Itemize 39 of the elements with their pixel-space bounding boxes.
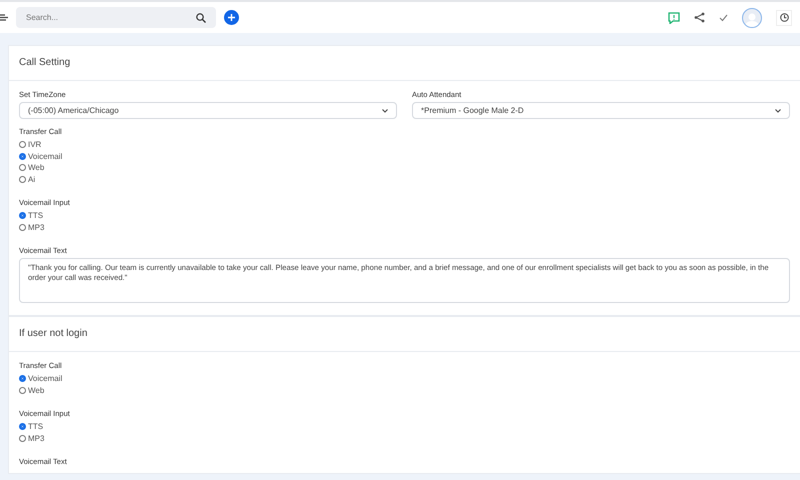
radio-label: MP3	[28, 432, 44, 444]
radio-label: MP3	[28, 222, 44, 233]
radio-label: Voicemail	[28, 373, 62, 384]
radio-button[interactable]	[19, 423, 26, 430]
section-title: If user not login	[9, 317, 800, 352]
radio-button[interactable]	[19, 176, 26, 183]
select-field[interactable]: *Premium - Google Male 2-D	[412, 102, 790, 119]
select-value: *Premium - Google Male 2-D	[421, 104, 524, 116]
share-icon[interactable]	[694, 12, 705, 23]
add-button[interactable]	[224, 10, 239, 25]
chevron-icon	[775, 108, 781, 112]
radio-label: Voicemail	[28, 150, 62, 162]
radio-button[interactable]	[19, 152, 26, 160]
person-icon	[745, 12, 759, 26]
clock-icon	[780, 13, 788, 22]
radio-label: TTS	[28, 210, 44, 222]
select-field[interactable]: (-05:00) America/Chicago	[19, 102, 397, 119]
search-field[interactable]: Search...	[16, 7, 216, 28]
radio-button[interactable]	[19, 164, 26, 172]
radio-label: Web	[28, 384, 44, 396]
search-icon[interactable]	[196, 12, 206, 22]
radio-button[interactable]	[19, 141, 26, 148]
check-icon[interactable]	[719, 14, 728, 22]
chat-icon[interactable]	[668, 12, 680, 24]
chevron-icon	[382, 108, 388, 112]
radio-button[interactable]	[19, 212, 26, 220]
plus-icon	[227, 13, 236, 22]
radio-button[interactable]	[19, 375, 26, 382]
clock-button[interactable]	[776, 10, 792, 26]
radio-label: IVR	[28, 139, 42, 150]
radio-label: Web	[28, 162, 44, 174]
section-title: Call Setting	[9, 46, 800, 81]
radio-button[interactable]	[19, 386, 26, 394]
radio-label: Ai	[28, 174, 36, 185]
radio-button[interactable]	[19, 224, 26, 231]
select-value: (-05:00) America/Chicago	[28, 104, 119, 116]
radio-label: TTS	[28, 421, 44, 432]
radio-button[interactable]	[19, 434, 26, 442]
menu-icon[interactable]	[0, 14, 8, 21]
